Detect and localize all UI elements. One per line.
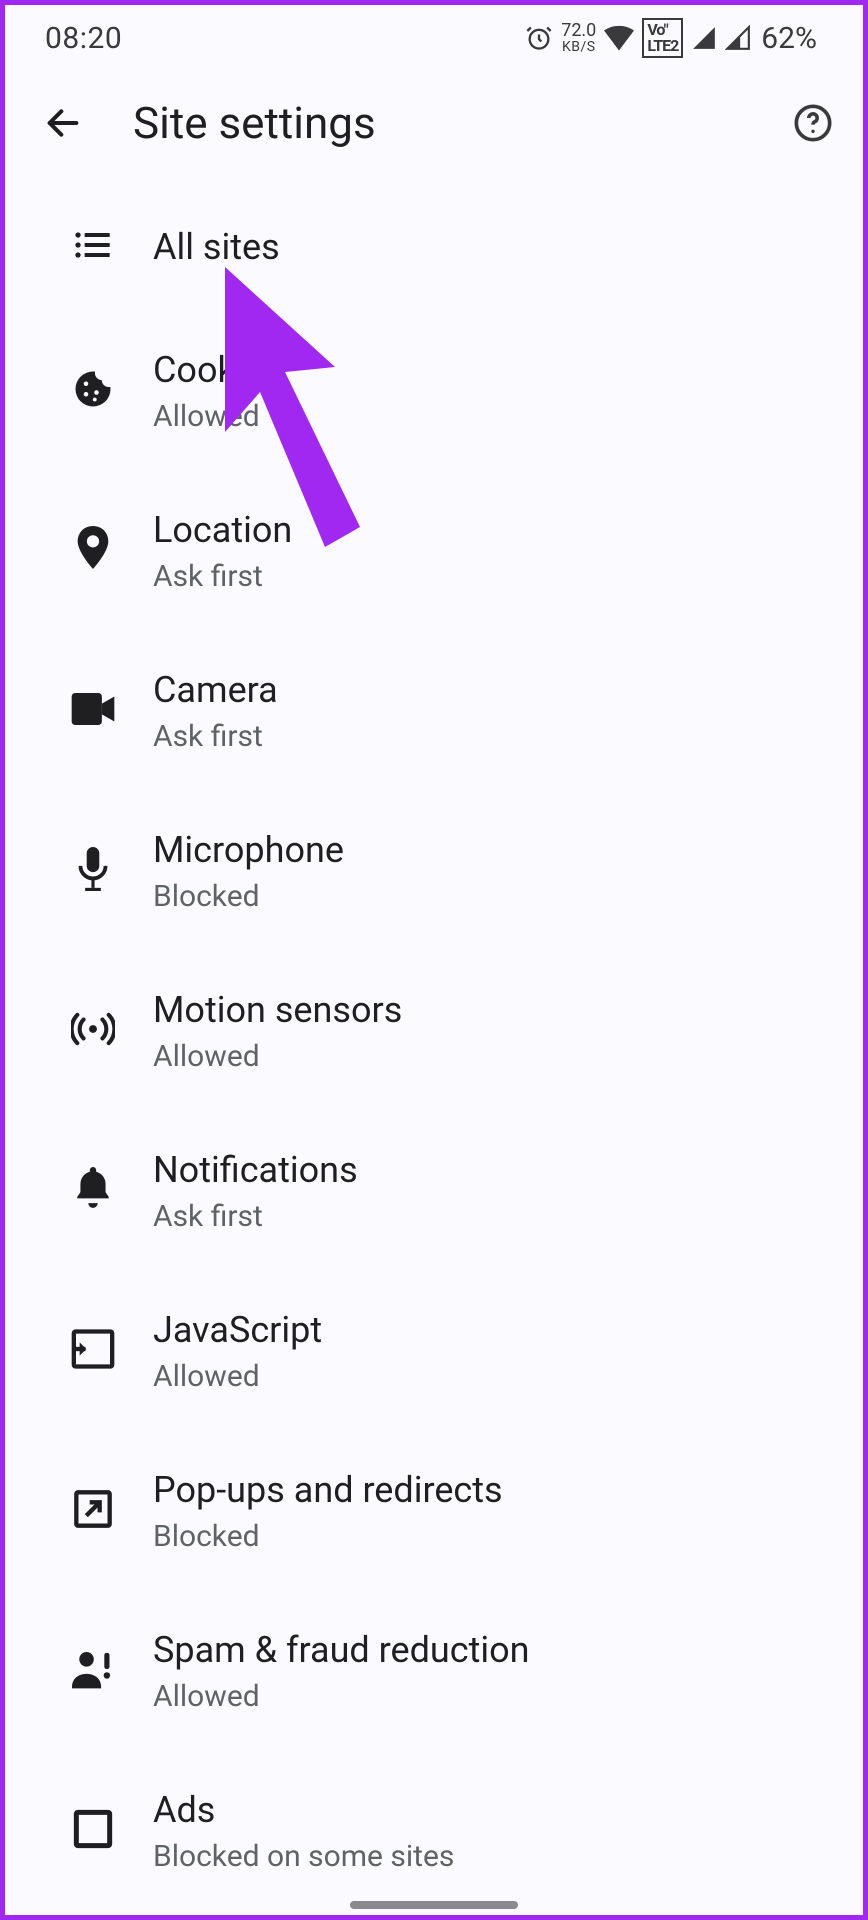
help-button[interactable] xyxy=(791,101,835,145)
app-bar: Site settings xyxy=(5,71,863,175)
item-status: Ask first xyxy=(153,1199,358,1234)
item-motion-sensors[interactable]: Motion sensors Allowed xyxy=(5,951,863,1111)
item-label: Motion sensors xyxy=(153,989,402,1031)
location-icon xyxy=(74,526,112,576)
volte-indicator: Vo"LTE2 xyxy=(642,18,683,58)
gesture-nav-pill xyxy=(350,1901,518,1909)
status-bar: 08:20 72.0 KB/S Vo"LTE2 62% xyxy=(5,5,863,71)
item-label: Spam & fraud reduction xyxy=(153,1629,530,1671)
item-cookies[interactable]: Cookies Allowed xyxy=(5,311,863,471)
list-icon xyxy=(73,225,113,269)
item-status: Allowed xyxy=(153,1359,322,1394)
item-status: Ask first xyxy=(153,719,278,754)
item-spam-fraud[interactable]: Spam & fraud reduction Allowed xyxy=(5,1591,863,1751)
javascript-icon xyxy=(71,1329,115,1373)
item-label: All sites xyxy=(153,226,280,268)
item-label: Pop-ups and redirects xyxy=(153,1469,503,1511)
network-speed-indicator: 72.0 KB/S xyxy=(561,22,596,54)
wifi-icon xyxy=(604,25,634,51)
item-status: Blocked xyxy=(153,1519,503,1554)
item-status: Blocked xyxy=(153,879,344,914)
cookie-icon xyxy=(72,368,114,414)
sensors-icon xyxy=(71,1011,115,1051)
item-camera[interactable]: Camera Ask first xyxy=(5,631,863,791)
camera-icon xyxy=(71,693,115,729)
page-title: Site settings xyxy=(133,97,743,149)
item-status: Allowed xyxy=(153,1039,402,1074)
alarm-icon xyxy=(525,24,553,52)
item-label: Location xyxy=(153,509,292,551)
item-status: Ask first xyxy=(153,559,292,594)
status-time: 08:20 xyxy=(45,21,122,56)
status-right: 72.0 KB/S Vo"LTE2 62% xyxy=(525,18,817,58)
spam-fraud-icon xyxy=(72,1648,114,1694)
bell-icon xyxy=(74,1167,112,1215)
item-microphone[interactable]: Microphone Blocked xyxy=(5,791,863,951)
item-notifications[interactable]: Notifications Ask first xyxy=(5,1111,863,1271)
item-label: Cookies xyxy=(153,349,282,391)
item-label: Notifications xyxy=(153,1149,358,1191)
item-status: Blocked on some sites xyxy=(153,1839,454,1874)
item-javascript[interactable]: JavaScript Allowed xyxy=(5,1271,863,1431)
signal-icon-2 xyxy=(725,25,751,51)
item-status: Allowed xyxy=(153,399,282,434)
battery-percent: 62% xyxy=(761,21,817,56)
ads-icon xyxy=(73,1809,113,1853)
item-popups[interactable]: Pop-ups and redirects Blocked xyxy=(5,1431,863,1591)
microphone-icon xyxy=(77,847,109,895)
signal-icon-1 xyxy=(691,25,717,51)
item-location[interactable]: Location Ask first xyxy=(5,471,863,631)
item-status: Allowed xyxy=(153,1679,530,1714)
item-ads[interactable]: Ads Blocked on some sites xyxy=(5,1751,863,1911)
settings-list: All sites Cookies Allowed Location Ask f… xyxy=(5,175,863,1911)
item-label: Ads xyxy=(153,1789,454,1831)
item-label: JavaScript xyxy=(153,1309,322,1351)
item-label: Camera xyxy=(153,669,278,711)
back-button[interactable] xyxy=(41,101,85,145)
popup-icon xyxy=(73,1489,113,1533)
item-all-sites[interactable]: All sites xyxy=(5,183,863,311)
item-label: Microphone xyxy=(153,829,344,871)
